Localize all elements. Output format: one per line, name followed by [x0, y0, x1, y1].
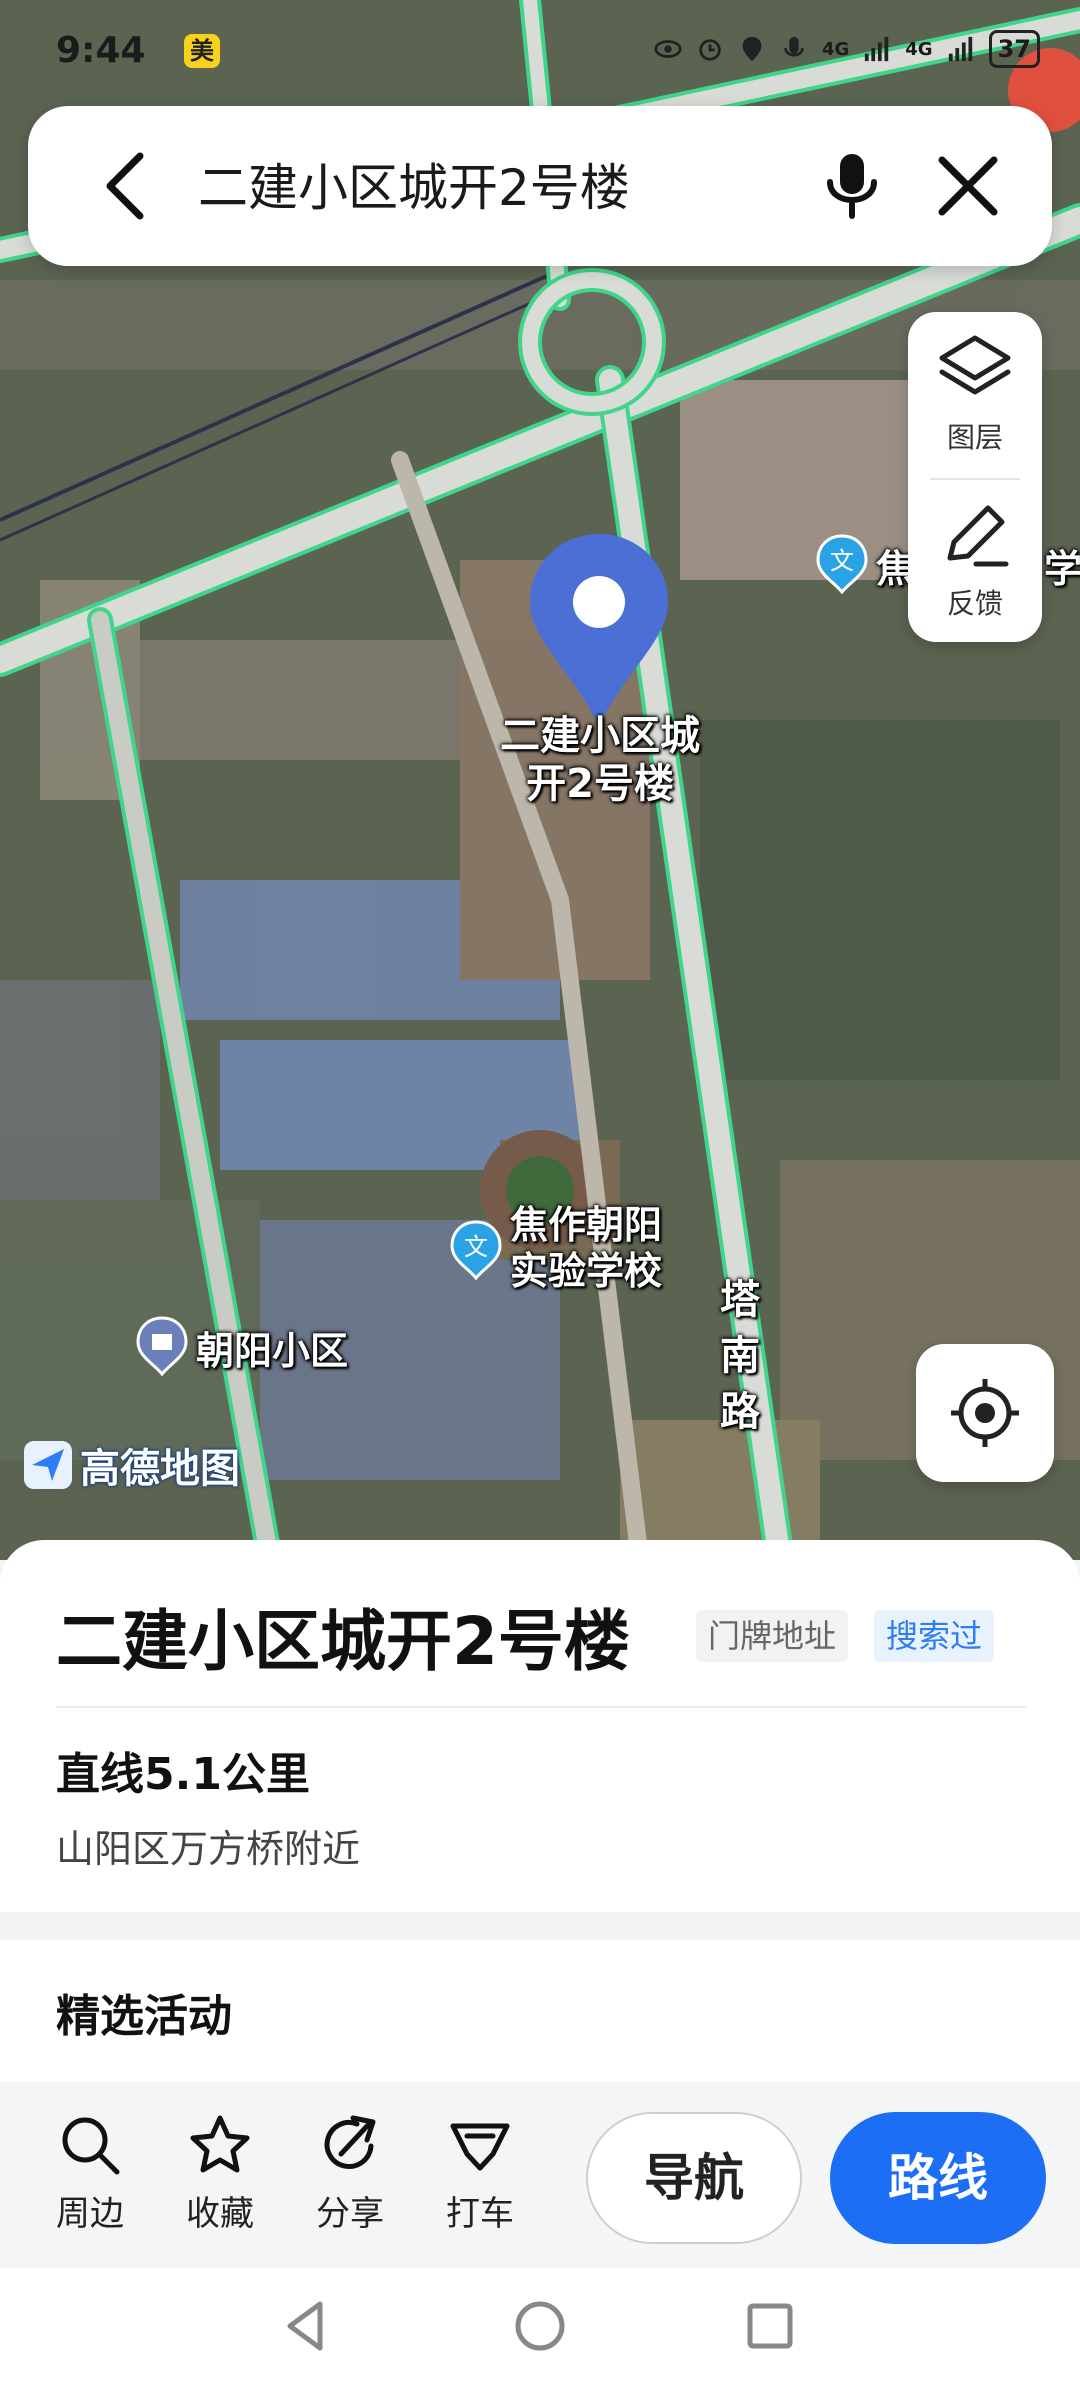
area-text: 山阳区万方桥附近	[56, 1827, 361, 1871]
signal-icon	[865, 36, 889, 62]
location-pin-icon[interactable]	[524, 530, 674, 730]
voice-search-icon[interactable]	[812, 146, 892, 226]
school-poi-icon-edge[interactable]: 文	[816, 534, 868, 594]
status-time: 9:44	[56, 30, 146, 71]
feedback-button[interactable]: 反馈	[908, 478, 1042, 638]
search-icon	[62, 2117, 120, 2175]
section-separator	[0, 1912, 1080, 1940]
school-poi-icon[interactable]: 文	[450, 1220, 502, 1280]
place-title: 二建小区城开2号楼	[56, 1603, 630, 1680]
crosshair-icon	[951, 1379, 1019, 1447]
battery-indicator: 37	[988, 30, 1040, 68]
favorite-label: 收藏	[186, 2194, 254, 2234]
share-label: 分享	[316, 2194, 384, 2234]
featured-activities-title: 精选活动	[56, 1991, 232, 2042]
pin-label: 二建小区城 开2号楼	[500, 713, 700, 807]
taxi-flag-icon	[450, 2123, 510, 2171]
layers-icon	[939, 335, 1011, 395]
share-button[interactable]: 分享	[300, 2112, 400, 2235]
status-icons: 4G 4G 37	[654, 30, 1040, 68]
share-icon	[324, 2115, 376, 2169]
taxi-label: 打车	[446, 2194, 514, 2234]
svg-text:文: 文	[830, 547, 854, 575]
close-icon[interactable]	[928, 146, 1008, 226]
school-poi-label[interactable]: 焦作朝阳 实验学校	[510, 1202, 662, 1294]
route-button[interactable]: 路线	[830, 2112, 1046, 2244]
action-bar: 周边 收藏 分享 打车 导航 路线	[0, 2082, 1080, 2268]
star-icon	[190, 2115, 250, 2173]
edit-pencil-icon	[947, 505, 1009, 567]
location-icon	[742, 36, 762, 62]
signal-icon-2	[948, 36, 972, 62]
eye-icon	[654, 40, 682, 58]
layers-button[interactable]: 图层	[908, 312, 1042, 472]
layers-label: 图层	[946, 421, 1003, 454]
network-type-1: 4G	[821, 38, 850, 60]
navigate-button[interactable]: 导航	[586, 2112, 802, 2244]
searched-tag: 搜索过	[874, 1610, 995, 1662]
recents-square-icon[interactable]	[740, 2296, 800, 2356]
sheet-divider	[56, 1706, 1026, 1708]
amap-watermark: 高德地图	[22, 1436, 240, 1494]
amap-logo-icon	[24, 1441, 72, 1489]
search-query-text[interactable]: 二建小区城开2号楼	[198, 148, 630, 220]
locate-me-button[interactable]	[916, 1344, 1054, 1482]
back-triangle-icon[interactable]	[276, 2296, 336, 2356]
nearby-label: 周边	[56, 2194, 124, 2234]
system-nav-bar	[0, 2268, 1080, 2388]
feedback-label: 反馈	[946, 587, 1003, 620]
back-arrow-icon[interactable]	[84, 142, 172, 230]
address-tag: 门牌地址	[696, 1610, 849, 1662]
road-name-label: 塔 南 路	[720, 1277, 760, 1435]
residential-poi-icon[interactable]	[136, 1316, 188, 1376]
map-control-panel: 图层 反馈	[908, 312, 1042, 642]
network-type-2: 4G	[905, 38, 933, 60]
status-bar: 9:44 美 4G 4G 37	[0, 0, 1080, 100]
favorite-button[interactable]: 收藏	[170, 2112, 270, 2235]
svg-text:文: 文	[464, 1233, 488, 1261]
nearby-button[interactable]: 周边	[40, 2112, 140, 2235]
taxi-button[interactable]: 打车	[430, 2112, 530, 2235]
edge-poi-label-2: 学	[1044, 547, 1080, 591]
microphone-icon	[784, 36, 804, 57]
status-app-badge: 美	[184, 34, 220, 68]
alarm-icon	[699, 39, 721, 61]
distance-text: 直线5.1公里	[56, 1749, 310, 1800]
map-view[interactable]: 二建小区城 开2号楼 文 焦作朝阳 实验学校 朝阳小区 文 焦 学 塔 南 路 …	[0, 0, 1080, 1560]
search-bar[interactable]: 二建小区城开2号楼	[28, 106, 1052, 266]
home-circle-icon[interactable]	[510, 2296, 570, 2356]
residential-poi-label[interactable]: 朝阳小区	[196, 1320, 348, 1375]
